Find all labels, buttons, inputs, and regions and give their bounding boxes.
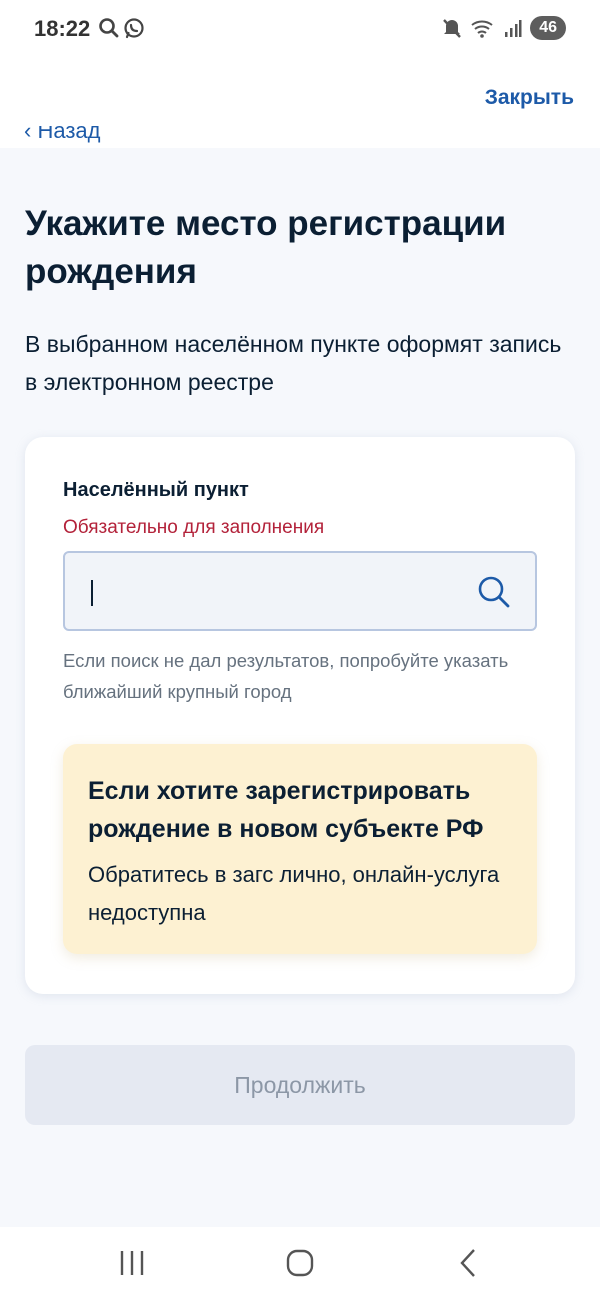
status-time: 18:22 — [34, 16, 91, 41]
status-bar: 18:22 46 — [0, 0, 600, 58]
home-icon[interactable] — [280, 1247, 320, 1279]
back-link-label: Назад — [37, 126, 101, 143]
continue-button[interactable]: Продолжить — [25, 1045, 575, 1125]
page-title: Укажите место регистрации рождения — [25, 204, 507, 291]
system-nav-bar — [0, 1227, 600, 1299]
signal-icon — [505, 20, 522, 37]
field-label: Населённый пункт — [63, 479, 249, 501]
recent-apps-icon[interactable] — [112, 1247, 152, 1279]
whatsapp-icon — [124, 18, 144, 39]
battery-level: 46 — [530, 16, 566, 40]
back-nav-icon[interactable] — [448, 1247, 488, 1279]
notice-title: Если хотите зарегистрировать рождение в … — [88, 777, 484, 843]
chevron-left-icon: ‹ — [24, 126, 38, 143]
back-link[interactable]: ‹ Назад — [24, 126, 224, 148]
status-right: 46 — [442, 16, 566, 40]
notice-text: Обратитесь в загс лично, онлайн-услуга н… — [88, 862, 500, 925]
settlement-card: Населённый пункт Обязательно для заполне… — [25, 437, 575, 994]
settlement-search-input[interactable] — [63, 551, 537, 631]
page-subtitle: В выбранном населённом пункте оформят за… — [25, 331, 562, 395]
wifi-icon — [471, 20, 493, 38]
text-caret — [91, 580, 93, 606]
notice-box: Если хотите зарегистрировать рождение в … — [63, 744, 537, 954]
search-icon[interactable] — [477, 575, 511, 609]
mute-icon — [443, 19, 462, 38]
search-hint: Если поиск не дал результатов, попробуйт… — [63, 650, 509, 702]
required-message: Обязательно для заполнения — [63, 517, 325, 538]
search-icon — [99, 18, 119, 38]
status-left-icons — [98, 17, 148, 46]
close-link[interactable]: Закрыть — [485, 86, 574, 110]
